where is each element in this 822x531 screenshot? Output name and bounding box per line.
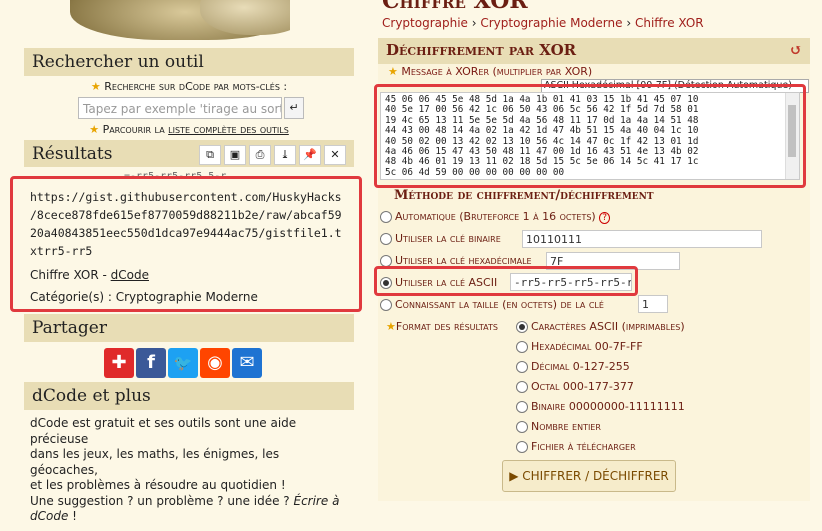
- print-icon[interactable]: ⎙: [249, 145, 271, 165]
- share-buttons: ✚ f 🐦 ◉ ✉: [104, 348, 354, 378]
- about-box: dCode et plus dCode est gratuit et ses o…: [24, 382, 354, 523]
- browse-prefix: Parcourir la: [102, 123, 169, 136]
- breadcrumb-xor[interactable]: Chiffre XOR: [635, 16, 704, 30]
- radio-binary[interactable]: [380, 233, 392, 245]
- option-binary-key[interactable]: Utiliser la clé binaire: [380, 232, 501, 245]
- star-icon: ★: [386, 320, 396, 333]
- format-label: Format des résultats: [395, 320, 498, 333]
- search-input[interactable]: Tapez par exemple 'tirage au sort': [78, 97, 282, 119]
- format-binary[interactable]: Binaire 00000000-11111111: [516, 400, 685, 413]
- binary-key-input[interactable]: 10110111: [522, 230, 762, 248]
- radio-auto[interactable]: [380, 211, 392, 223]
- option-key-size[interactable]: Connaissant la taille (en octets) de la …: [380, 298, 604, 311]
- search-box: Rechercher un outil ★ Recherche sur dCod…: [24, 48, 354, 140]
- keyword-search-label: Recherche sur dCode par mots-clés :: [104, 80, 288, 93]
- breadcrumb-cryptography[interactable]: Cryptographie: [382, 16, 468, 30]
- star-icon: ★: [89, 123, 100, 136]
- result-highlight: [10, 176, 362, 312]
- save-icon[interactable]: ▣: [224, 145, 246, 165]
- share-box: Partager ✚ f 🐦 ◉ ✉: [24, 314, 354, 380]
- right-column: Chiffre XOR Cryptographie › Cryptographi…: [370, 0, 822, 501]
- reddit-icon[interactable]: ◉: [200, 348, 230, 378]
- email-icon[interactable]: ✉: [232, 348, 262, 378]
- format-file[interactable]: Fichier à télécharger: [516, 440, 636, 453]
- dcode-contact-link[interactable]: dCode: [30, 509, 68, 523]
- pin-icon[interactable]: 📌: [299, 145, 321, 165]
- tool-list-link[interactable]: liste complète des outils: [168, 123, 289, 136]
- panel-title: Déchiffrement par XOR: [386, 41, 577, 59]
- twitter-icon[interactable]: 🐦: [168, 348, 198, 378]
- breadcrumb-modern-cryptography[interactable]: Cryptographie Moderne: [480, 16, 622, 30]
- format-octal[interactable]: Octal 000-177-377: [516, 380, 634, 393]
- facebook-icon[interactable]: f: [136, 348, 166, 378]
- copy-icon[interactable]: ⧉: [199, 145, 221, 165]
- share-heading: Partager: [24, 314, 354, 342]
- encrypt-decrypt-button[interactable]: ▶ CHIFFRER / DÉCHIFFRER: [502, 460, 676, 492]
- search-go-icon[interactable]: ↵: [284, 97, 304, 119]
- about-heading: dCode et plus: [24, 382, 354, 410]
- radio-size[interactable]: [380, 299, 392, 311]
- format-ascii[interactable]: Caractères ASCII (imprimables): [516, 320, 685, 333]
- panel-header: Déchiffrement par XOR ↺: [378, 38, 810, 64]
- message-highlight: [374, 84, 806, 188]
- close-icon[interactable]: ✕: [324, 145, 346, 165]
- search-heading: Rechercher un outil: [24, 48, 354, 76]
- ascii-key-highlight: [374, 266, 638, 296]
- results-toolbar: ⧉ ▣ ⎙ ⤓ 📌 ✕: [196, 143, 346, 165]
- results-header: Résultats ⧉ ▣ ⎙ ⤓ 📌 ✕: [24, 140, 354, 167]
- method-heading: Méthode de chiffrement/déchiffrement: [394, 188, 654, 203]
- help-icon[interactable]: ?: [599, 212, 610, 224]
- dcode-logo[interactable]: [60, 0, 290, 42]
- format-hex[interactable]: Hexadécimal 00-7F-FF: [516, 340, 643, 353]
- option-auto[interactable]: Automatique (Bruteforce 1 à 16 octets) ?: [380, 210, 610, 224]
- reset-icon[interactable]: ↺: [789, 41, 802, 59]
- download-icon[interactable]: ⤓: [274, 145, 296, 165]
- format-integer[interactable]: Nombre entier: [516, 420, 601, 433]
- message-label: Message à XORer (multiplier par XOR): [401, 65, 593, 78]
- results-heading: Résultats: [32, 144, 113, 164]
- key-size-input[interactable]: 1: [638, 295, 668, 313]
- left-column: Rechercher un outil ★ Recherche sur dCod…: [0, 0, 370, 523]
- star-icon: ★: [90, 80, 101, 93]
- plus-icon[interactable]: ✚: [104, 348, 134, 378]
- star-icon: ★: [388, 65, 398, 78]
- format-decimal[interactable]: Décimal 0-127-255: [516, 360, 630, 373]
- breadcrumb: Cryptographie › Cryptographie Moderne › …: [382, 16, 704, 30]
- page-title: Chiffre XOR: [382, 0, 528, 14]
